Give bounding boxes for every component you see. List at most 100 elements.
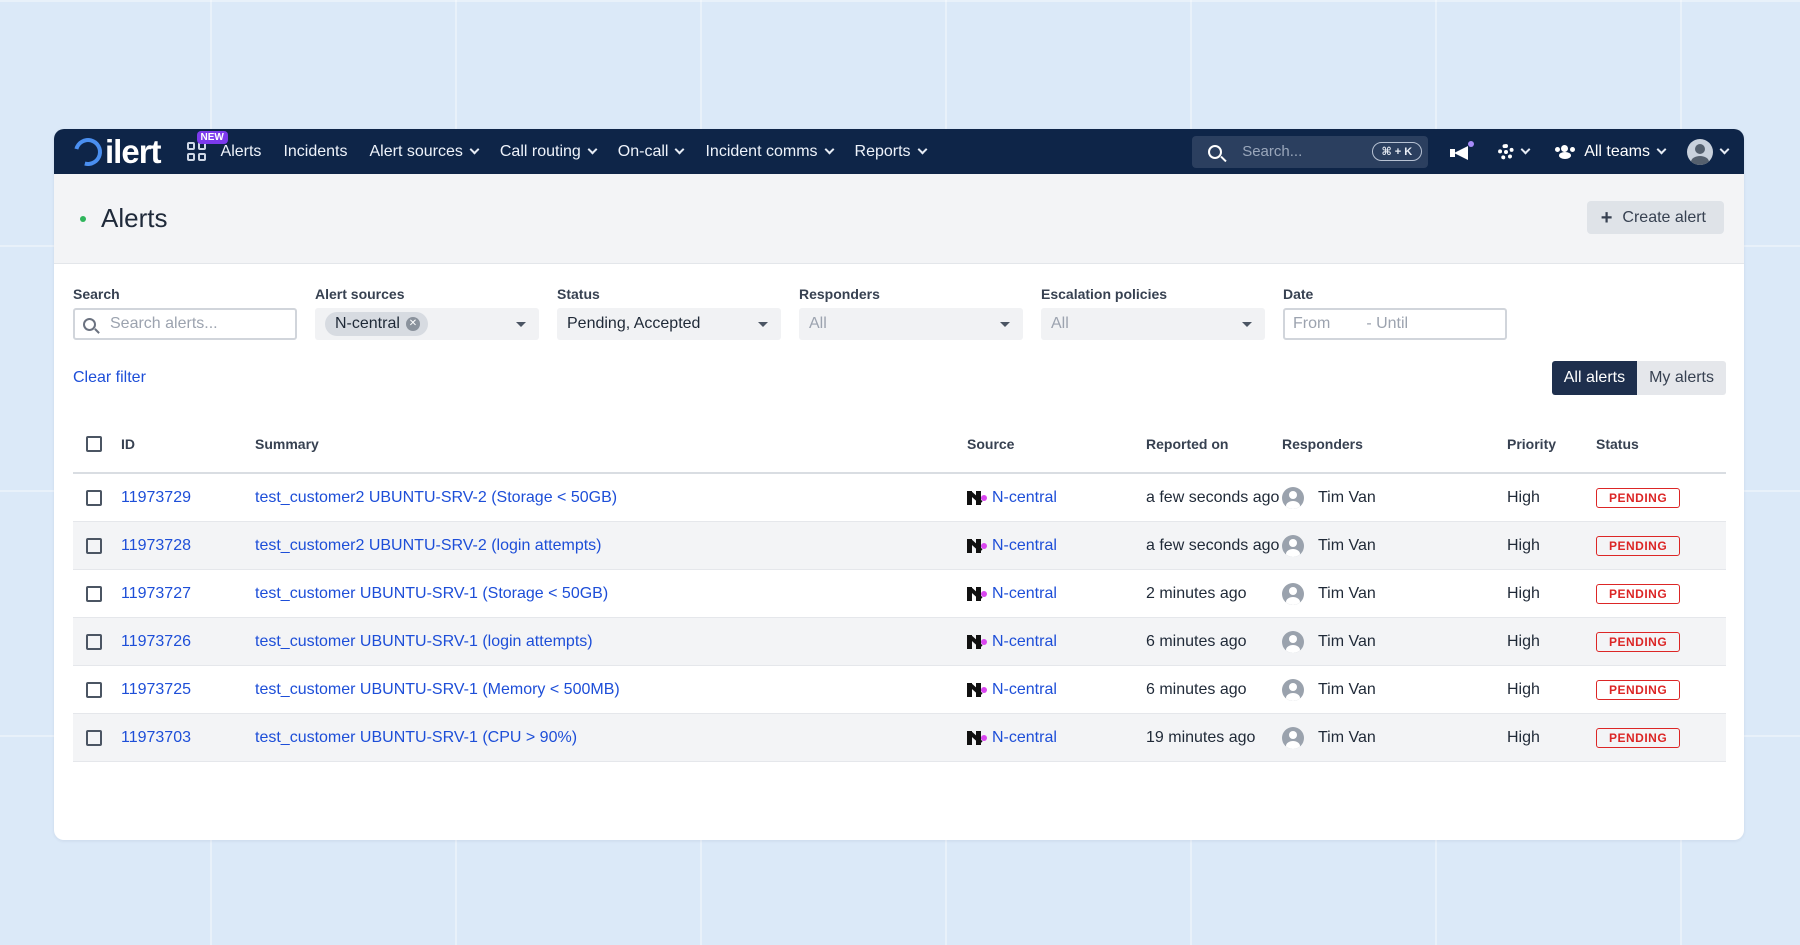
- alert-sources-select[interactable]: N-central ✕: [315, 308, 539, 340]
- row-checkbox[interactable]: [86, 489, 102, 506]
- priority: High: [1507, 680, 1540, 698]
- escalation-select[interactable]: All: [1041, 308, 1265, 340]
- alert-source-chip-label: N-central: [335, 315, 400, 332]
- select-all-checkbox[interactable]: [86, 436, 102, 452]
- responders-select[interactable]: All: [799, 308, 1023, 340]
- global-search-input[interactable]: Search... ⌘ + K: [1192, 135, 1429, 168]
- alert-id-link[interactable]: 11973727: [121, 585, 191, 602]
- status-badge: PENDING: [1596, 535, 1681, 556]
- row-checkbox[interactable]: [86, 681, 102, 698]
- user-icon: [1282, 486, 1304, 509]
- col-summary[interactable]: Summary: [255, 436, 967, 452]
- filter-search: Search Search alerts...: [73, 286, 297, 340]
- col-priority[interactable]: Priority: [1507, 436, 1596, 452]
- filter-date: Date From - Until: [1283, 286, 1507, 340]
- top-navbar: ilert NEW Alerts Incidents Alert sources…: [54, 129, 1744, 174]
- chevron-down-icon: [1520, 144, 1531, 155]
- chevron-down-icon: [587, 144, 598, 155]
- nav-item-on-call[interactable]: On-call: [618, 143, 685, 161]
- nav-item-incident-comms[interactable]: Incident comms: [705, 143, 834, 161]
- col-reported[interactable]: Reported on: [1146, 434, 1282, 455]
- my-alerts-button[interactable]: My alerts: [1637, 361, 1726, 395]
- col-responders[interactable]: Responders: [1282, 436, 1507, 452]
- status-select-value: Pending, Accepted: [567, 315, 701, 332]
- alert-source-link[interactable]: N-central: [992, 489, 1057, 507]
- row-checkbox[interactable]: [86, 729, 102, 746]
- alert-id-link[interactable]: 11973728: [121, 537, 191, 554]
- filter-status: Status Pending, Accepted: [557, 286, 781, 340]
- filter-date-label: Date: [1283, 286, 1314, 302]
- alert-summary-link[interactable]: test_customer UBUNTU-SRV-1 (Storage < 50…: [255, 585, 608, 602]
- status-badge: PENDING: [1596, 727, 1681, 748]
- megaphone-icon[interactable]: [1450, 140, 1475, 161]
- table-row[interactable]: 11973726 test_customer UBUNTU-SRV-1 (log…: [73, 618, 1726, 666]
- n-central-icon: [967, 682, 987, 697]
- alert-id-link[interactable]: 11973703: [121, 729, 191, 746]
- alert-id-link[interactable]: 11973725: [121, 681, 191, 698]
- nav-item-alert-sources[interactable]: Alert sources: [369, 143, 480, 161]
- alert-source-link[interactable]: N-central: [992, 681, 1057, 699]
- status-select[interactable]: Pending, Accepted: [557, 308, 781, 340]
- alert-summary-link[interactable]: test_customer UBUNTU-SRV-1 (Memory < 500…: [255, 681, 620, 698]
- escalation-select-value: All: [1051, 315, 1069, 332]
- date-range-input[interactable]: From - Until: [1283, 308, 1507, 340]
- search-input[interactable]: Search alerts...: [73, 308, 297, 340]
- col-status[interactable]: Status: [1596, 436, 1726, 452]
- date-from-placeholder[interactable]: From: [1293, 315, 1330, 333]
- caret-down-icon: [516, 322, 526, 327]
- nav-item-incidents[interactable]: Incidents: [283, 143, 347, 161]
- status-badge: PENDING: [1596, 583, 1681, 604]
- row-checkbox[interactable]: [86, 585, 102, 602]
- reported-on: 19 minutes ago: [1146, 729, 1256, 746]
- nav-item-reports[interactable]: Reports: [855, 143, 928, 161]
- all-alerts-button[interactable]: All alerts: [1551, 361, 1638, 395]
- alert-source-link[interactable]: N-central: [992, 585, 1057, 603]
- table-row[interactable]: 11973728 test_customer2 UBUNTU-SRV-2 (lo…: [73, 522, 1726, 570]
- action-row: Clear filter All alerts My alerts: [54, 340, 1744, 395]
- alert-source-link[interactable]: N-central: [992, 537, 1057, 555]
- alert-summary-link[interactable]: test_customer2 UBUNTU-SRV-2 (login attem…: [255, 537, 601, 554]
- user-menu[interactable]: [1687, 138, 1730, 165]
- row-checkbox[interactable]: [86, 537, 102, 554]
- apps-grid-icon[interactable]: NEW: [186, 130, 228, 162]
- settings-menu[interactable]: [1498, 143, 1531, 160]
- nav-menu: Alerts Incidents Alert sources Call rout…: [221, 143, 948, 161]
- responder-name: Tim Van: [1318, 584, 1376, 602]
- user-icon: [1282, 726, 1304, 749]
- teams-selector[interactable]: All teams: [1555, 143, 1667, 161]
- logo-ring-icon: [68, 132, 108, 171]
- row-checkbox[interactable]: [86, 633, 102, 650]
- create-alert-button[interactable]: + Create alert: [1586, 201, 1724, 234]
- alert-source-link[interactable]: N-central: [992, 729, 1057, 747]
- clear-filter-link[interactable]: Clear filter: [73, 369, 146, 387]
- table-row[interactable]: 11973703 test_customer UBUNTU-SRV-1 (CPU…: [73, 714, 1726, 762]
- create-alert-label: Create alert: [1622, 208, 1706, 226]
- nav-item-call-routing[interactable]: Call routing: [500, 143, 598, 161]
- col-id[interactable]: ID: [121, 436, 255, 452]
- filter-responders: Responders All: [799, 286, 1023, 340]
- chip-remove-icon[interactable]: ✕: [405, 317, 420, 331]
- alert-summary-link[interactable]: test_customer UBUNTU-SRV-1 (CPU > 90%): [255, 729, 577, 746]
- table-row[interactable]: 11973727 test_customer UBUNTU-SRV-1 (Sto…: [73, 570, 1726, 618]
- n-central-icon: [967, 586, 987, 601]
- priority: High: [1507, 728, 1540, 746]
- table-row[interactable]: 11973725 test_customer UBUNTU-SRV-1 (Mem…: [73, 666, 1726, 714]
- ilert-logo[interactable]: ilert: [68, 132, 162, 171]
- date-until-placeholder[interactable]: - Until: [1366, 315, 1408, 333]
- alert-source-link[interactable]: N-central: [992, 633, 1057, 651]
- reported-on: 6 minutes ago: [1146, 633, 1247, 650]
- chevron-down-icon: [917, 144, 928, 155]
- priority: High: [1507, 536, 1540, 554]
- alert-summary-link[interactable]: test_customer UBUNTU-SRV-1 (login attemp…: [255, 633, 593, 650]
- filter-search-label: Search: [73, 286, 120, 302]
- filter-bar: Search Search alerts... Alert sources N-…: [54, 264, 1744, 340]
- n-central-icon: [967, 490, 987, 505]
- table-row[interactable]: 11973729 test_customer2 UBUNTU-SRV-2 (St…: [73, 474, 1726, 522]
- alert-id-link[interactable]: 11973729: [121, 489, 191, 506]
- nav-item-alerts[interactable]: Alerts: [221, 143, 262, 161]
- alert-id-link[interactable]: 11973726: [121, 633, 191, 650]
- alert-summary-link[interactable]: test_customer2 UBUNTU-SRV-2 (Storage < 5…: [255, 489, 617, 506]
- caret-down-icon: [1242, 322, 1252, 327]
- gear-icon: [1498, 143, 1515, 160]
- col-source[interactable]: Source: [967, 436, 1146, 452]
